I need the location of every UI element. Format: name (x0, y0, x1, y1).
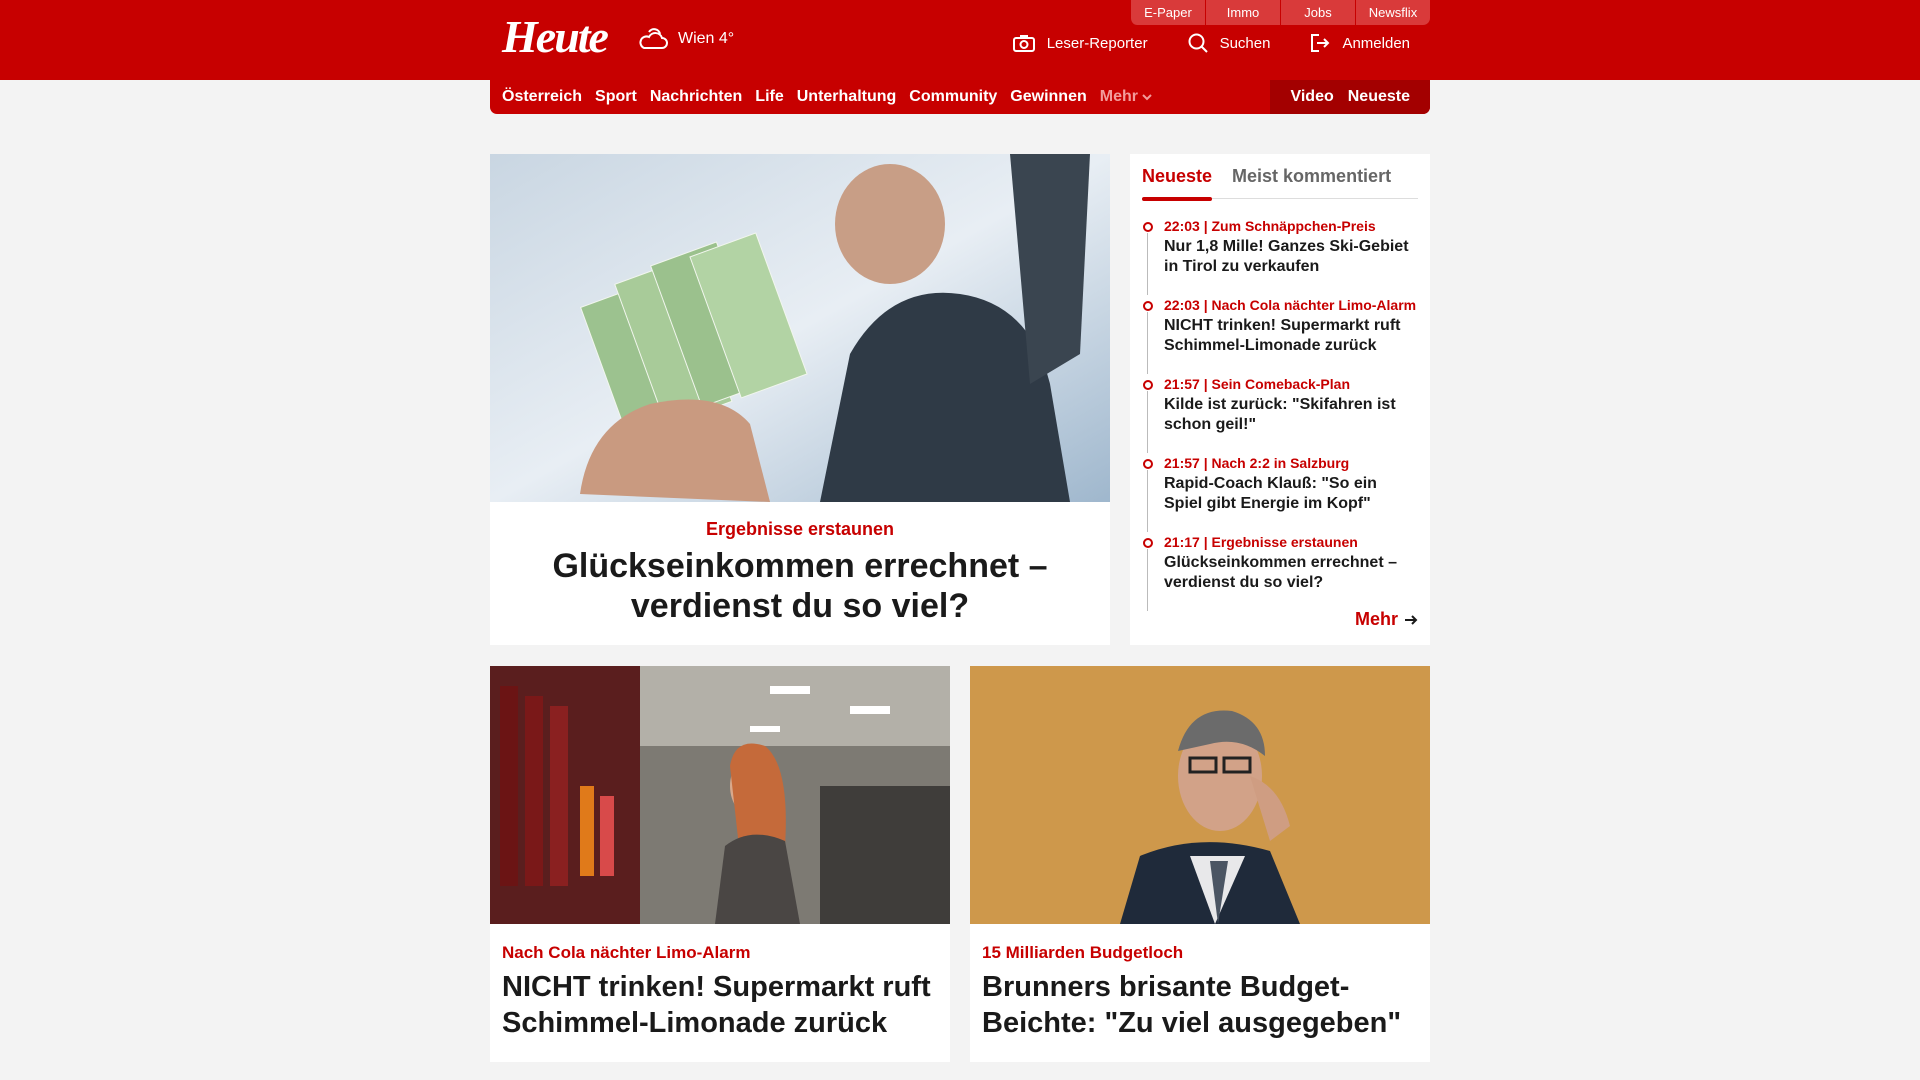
nav-more-label: Mehr (1099, 88, 1138, 105)
feed-item[interactable]: 21:17 | Ergebnisse erstaunen Glückseinko… (1142, 533, 1418, 612)
tab-neueste[interactable]: Neueste (1142, 154, 1213, 201)
feed-item-title[interactable]: Nur 1,8 Mille! Ganzes Ski-Gebiet in Tiro… (1164, 237, 1418, 277)
feed-item[interactable]: 21:57 | Sein Comeback-Plan Kilde ist zur… (1142, 375, 1418, 454)
nav-item-community[interactable]: Community (909, 88, 997, 106)
quick-link-immo[interactable]: Immo (1205, 0, 1280, 25)
feed-item[interactable]: 22:03 | Zum Schnäppchen-Preis Nur 1,8 Mi… (1142, 217, 1418, 296)
weather-label: Wien 4° (678, 30, 735, 47)
timeline-dot (1143, 380, 1153, 390)
feed-more-label: Mehr (1354, 609, 1398, 629)
feed-tabs: Neueste Meist kommentiert (1142, 154, 1418, 201)
article-card[interactable]: Nach Cola nächter Limo-Alarm NICHT trink… (490, 666, 950, 1062)
hero-article[interactable]: Ergebnisse erstaunen Glückseinkommen err… (490, 154, 1110, 645)
timeline-line (1147, 312, 1148, 374)
nav-item-nachrichten[interactable]: Nachrichten (650, 88, 742, 106)
feed-item-meta: 21:57 | Sein Comeback-Plan (1164, 376, 1350, 392)
arrow-right-icon (1405, 614, 1418, 625)
quick-link-newsflix[interactable]: Newsflix (1355, 0, 1430, 25)
nav-item-video[interactable]: Video (1290, 88, 1333, 106)
timeline-line (1147, 549, 1148, 611)
leser-reporter-label: Leser-Reporter (1046, 34, 1148, 52)
nav-item-sport[interactable]: Sport (595, 88, 637, 106)
article-kicker: Nach Cola nächter Limo-Alarm (502, 943, 751, 962)
article-image-supermarket[interactable] (490, 666, 950, 924)
search-label: Suchen (1219, 34, 1271, 52)
feed-item-meta: 22:03 | Nach Cola nächter Limo-Alarm (1164, 297, 1417, 313)
feed-item-meta: 21:17 | Ergebnisse erstaunen (1164, 534, 1358, 550)
nav-item-oesterreich[interactable]: Österreich (502, 88, 582, 106)
heute-logo[interactable]: Heute (502, 12, 609, 62)
nav-item-gewinnen[interactable]: Gewinnen (1010, 88, 1086, 106)
cloud-sun-icon (639, 28, 668, 49)
header-inner: E-Paper Immo Jobs Newsflix Heute Wien 4°… (490, 0, 1430, 80)
timeline-dot (1143, 222, 1153, 232)
nav-item-life[interactable]: Life (755, 88, 783, 106)
tab-meist-kommentiert[interactable]: Meist kommentiert (1232, 154, 1391, 199)
nav-item-neueste[interactable]: Neueste (1348, 88, 1410, 106)
search-icon (1188, 33, 1208, 53)
timeline-dot (1143, 459, 1153, 469)
feed-item-title[interactable]: NICHT trinken! Supermarkt ruft Schimmel-… (1164, 316, 1418, 356)
article-image-politician[interactable] (970, 666, 1430, 924)
news-feed-sidebar: Neueste Meist kommentiert 22:03 | Zum Sc… (1130, 154, 1430, 645)
leser-reporter-link[interactable]: Leser-Reporter (1012, 33, 1148, 53)
hero-title[interactable]: Glückseinkommen errechnet – verdienst du… (490, 546, 1110, 626)
site-header: E-Paper Immo Jobs Newsflix Heute Wien 4°… (0, 0, 1920, 80)
login-button[interactable]: Anmelden (1310, 33, 1410, 53)
feed-item[interactable]: 21:57 | Nach 2:2 in Salzburg Rapid-Coach… (1142, 454, 1418, 533)
article-title[interactable]: NICHT trinken! Supermarkt ruft Schimmel-… (502, 969, 938, 1041)
timeline-line (1147, 391, 1148, 453)
feed-item-title[interactable]: Kilde ist zurück: "Skifahren ist schon g… (1164, 395, 1418, 435)
timeline-line (1147, 233, 1148, 295)
feed-list: 22:03 | Zum Schnäppchen-Preis Nur 1,8 Mi… (1142, 217, 1418, 612)
header-actions: Leser-Reporter Suchen Anmelden (1012, 33, 1410, 53)
article-kicker: 15 Milliarden Budgetloch (982, 943, 1184, 962)
login-icon (1311, 34, 1330, 52)
feed-item-title[interactable]: Rapid-Coach Klauß: "So ein Spiel gibt En… (1164, 474, 1418, 514)
timeline-line (1147, 470, 1148, 532)
hero-kicker: Ergebnisse erstaunen (705, 519, 895, 539)
article-title[interactable]: Brunners brisante Budget-Beichte: "Zu vi… (982, 969, 1418, 1041)
feed-more-link[interactable]: Mehr (1355, 609, 1418, 630)
feed-item[interactable]: 22:03 | Nach Cola nächter Limo-Alarm NIC… (1142, 296, 1418, 375)
timeline-dot (1143, 538, 1153, 548)
feed-item-meta: 21:57 | Nach 2:2 in Salzburg (1164, 455, 1350, 471)
feed-item-title[interactable]: Glückseinkommen errechnet – verdienst du… (1164, 553, 1418, 593)
quick-link-jobs[interactable]: Jobs (1280, 0, 1355, 25)
nav-right: Video Neueste (1270, 80, 1430, 114)
timeline-dot (1143, 301, 1153, 311)
hero-image[interactable] (490, 154, 1110, 502)
chevron-down-icon (1142, 94, 1152, 101)
nav-items: Österreich Sport Nachrichten Life Unterh… (490, 88, 1270, 106)
nav-item-unterhaltung[interactable]: Unterhaltung (797, 88, 897, 106)
nav-more-dropdown[interactable]: Mehr (1100, 88, 1152, 106)
camera-icon (1012, 35, 1035, 52)
login-label: Anmelden (1342, 34, 1410, 52)
search-button[interactable]: Suchen (1188, 33, 1271, 53)
quick-links: E-Paper Immo Jobs Newsflix (1130, 0, 1430, 25)
main-navigation: Österreich Sport Nachrichten Life Unterh… (490, 80, 1430, 114)
weather-widget[interactable]: Wien 4° (638, 26, 734, 52)
article-card[interactable]: 15 Milliarden Budgetloch Brunners brisan… (970, 666, 1430, 1062)
feed-item-meta: 22:03 | Zum Schnäppchen-Preis (1164, 218, 1376, 234)
quick-link-epaper[interactable]: E-Paper (1130, 0, 1205, 25)
